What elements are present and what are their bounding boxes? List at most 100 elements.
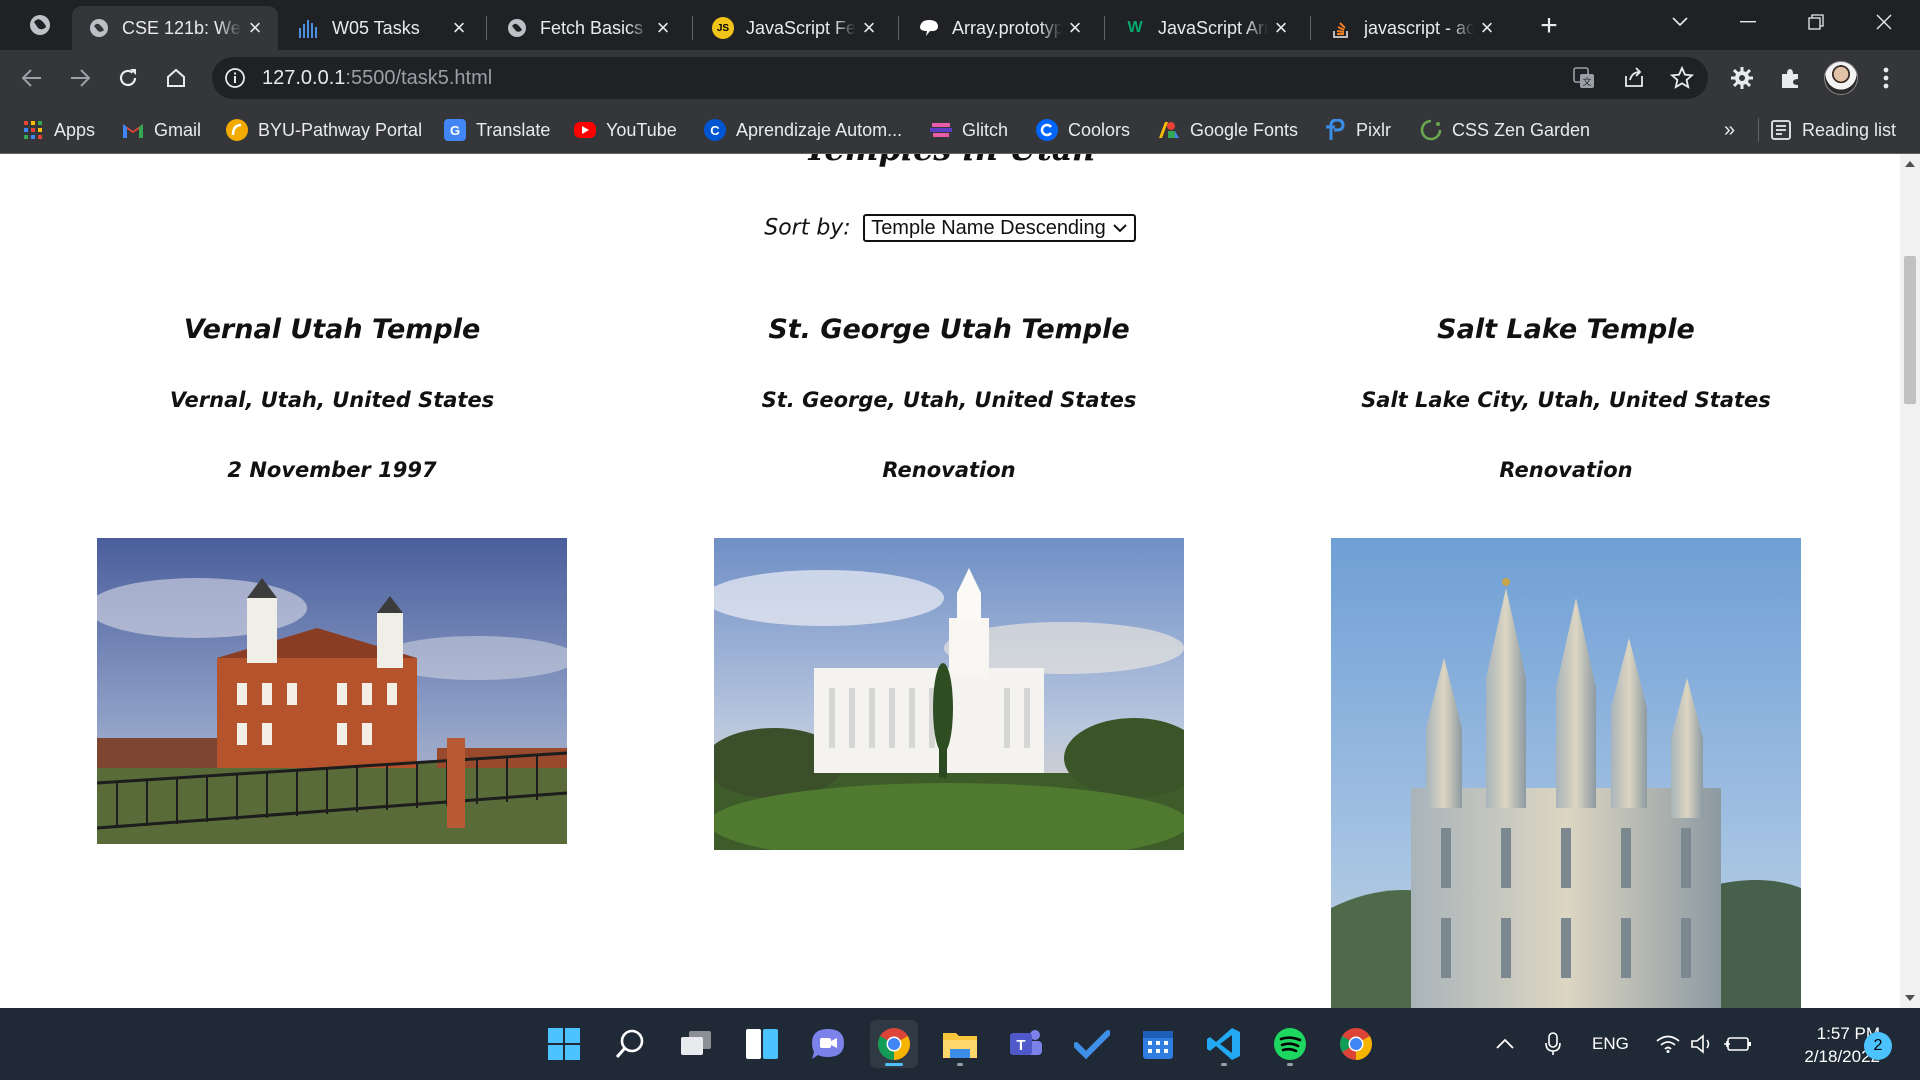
bookmark-byu-pathway[interactable]: BYU-Pathway Portal	[226, 117, 422, 143]
bookmark-aprendizaje[interactable]: C Aprendizaje Autom...	[704, 117, 902, 143]
tab-cse121b[interactable]: CSE 121b: We ×	[72, 6, 278, 50]
windows-start-icon[interactable]	[540, 1020, 588, 1068]
tab-strip: CSE 121b: We × W05 Tasks × Fetch Basics …	[0, 0, 1920, 50]
extensions-puzzle-icon[interactable]	[1772, 60, 1808, 96]
temple-image	[714, 538, 1184, 850]
temple-dedicated: Renovation	[882, 458, 1016, 482]
bookmark-youtube[interactable]: YouTube	[574, 117, 677, 143]
chrome-icon[interactable]	[870, 1020, 918, 1068]
tab-javascript-fetch[interactable]: JS JavaScript Fet ×	[696, 6, 892, 50]
bookmark-label: Pixlr	[1356, 119, 1391, 140]
wifi-icon[interactable]	[1656, 1008, 1680, 1080]
temple-dedicated: Renovation	[1499, 458, 1633, 482]
tab-search-icon[interactable]	[27, 12, 53, 38]
teams-icon[interactable]: T	[1002, 1020, 1050, 1068]
tab-title: JavaScript Arr	[1158, 17, 1268, 38]
volume-icon[interactable]	[1690, 1008, 1714, 1080]
info-icon[interactable]	[224, 67, 246, 89]
language-indicator[interactable]: ENG	[1592, 1008, 1629, 1080]
temple-card: Salt Lake Temple Salt Lake City, Utah, U…	[1331, 314, 1801, 1008]
close-icon[interactable]: ×	[1474, 15, 1500, 41]
bookmark-label: Google Fonts	[1190, 119, 1299, 140]
calendar-icon[interactable]	[1134, 1020, 1182, 1068]
tab-list-chevron-icon[interactable]	[1646, 0, 1714, 44]
bookmark-coolors[interactable]: Coolors	[1036, 117, 1130, 143]
temple-image	[97, 538, 567, 844]
share-icon[interactable]	[1622, 66, 1646, 90]
bookmarks-overflow-button[interactable]: »	[1724, 117, 1735, 143]
temple-name: Salt Lake Temple	[1437, 314, 1695, 345]
home-icon[interactable]	[158, 60, 194, 96]
tab-separator	[1310, 16, 1311, 40]
reading-list-icon	[1770, 119, 1792, 141]
bookmark-label: Aprendizaje Autom...	[736, 119, 903, 140]
url-path: :5500/task5.html	[345, 67, 493, 89]
bookmark-gmail[interactable]: Gmail	[122, 117, 201, 143]
tray-overflow-chevron-icon[interactable]	[1496, 1008, 1514, 1080]
running-indicator	[1221, 1063, 1227, 1066]
temple-name: St. George Utah Temple	[768, 314, 1130, 345]
vscode-icon[interactable]	[1200, 1020, 1248, 1068]
bookmark-css-zen-garden[interactable]: CSS Zen Garden	[1420, 117, 1590, 143]
bookmark-star-icon[interactable]	[1670, 66, 1694, 90]
restore-button[interactable]	[1782, 0, 1850, 44]
globe-icon	[506, 17, 528, 39]
tab-title: W05 Tasks	[332, 17, 420, 38]
reading-list-button[interactable]: Reading list	[1770, 117, 1896, 143]
url-text[interactable]: 127.0.0.1:5500/task5.html	[262, 67, 492, 90]
microphone-icon[interactable]	[1544, 1008, 1562, 1080]
scroll-down-arrow-icon[interactable]	[1900, 988, 1920, 1008]
youtube-icon	[574, 122, 596, 138]
tab-title: Fetch Basics -	[540, 17, 650, 38]
sort-row: Sort by: Temple Name Descending	[0, 214, 1900, 242]
close-icon[interactable]: ×	[242, 15, 268, 41]
sort-select[interactable]: Temple Name Descending	[863, 214, 1136, 242]
tab-array-prototype[interactable]: Array.prototyp ×	[902, 6, 1098, 50]
menu-kebab-icon[interactable]	[1868, 60, 1904, 96]
close-icon[interactable]: ×	[446, 15, 472, 41]
scroll-up-arrow-icon[interactable]	[1900, 154, 1920, 174]
forward-icon[interactable]	[62, 60, 98, 96]
temple-name: Vernal Utah Temple	[183, 314, 481, 345]
reload-icon[interactable]	[110, 60, 146, 96]
w3-icon: W	[1127, 19, 1143, 36]
bookmark-apps[interactable]: Apps	[22, 117, 95, 143]
close-icon[interactable]: ×	[856, 15, 882, 41]
close-icon[interactable]: ×	[650, 15, 676, 41]
task-view-icon[interactable]	[672, 1020, 720, 1068]
translate-page-icon[interactable]: 文	[1572, 66, 1596, 90]
profile-avatar[interactable]	[1824, 61, 1858, 95]
bookmark-translate[interactable]: G Translate	[444, 117, 550, 143]
tab-fetch-basics[interactable]: Fetch Basics - ×	[490, 6, 686, 50]
file-explorer-icon[interactable]	[936, 1020, 984, 1068]
scroll-thumb[interactable]	[1904, 256, 1916, 404]
spotify-icon[interactable]	[1266, 1020, 1314, 1068]
new-tab-button[interactable]: +	[1533, 9, 1565, 42]
tab-w05-tasks[interactable]: W05 Tasks ×	[282, 6, 482, 50]
bookmark-label: CSS Zen Garden	[1452, 119, 1591, 140]
widgets-icon[interactable]	[738, 1020, 786, 1068]
todo-icon[interactable]	[1068, 1020, 1116, 1068]
close-icon[interactable]: ×	[1268, 15, 1294, 41]
address-bar[interactable]: 127.0.0.1:5500/task5.html 文	[212, 57, 1708, 99]
notification-badge[interactable]: 2	[1864, 1032, 1892, 1060]
tab-title: Array.prototyp	[952, 17, 1062, 38]
bookmark-glitch[interactable]: Glitch	[930, 117, 1008, 143]
close-window-button[interactable]	[1850, 0, 1918, 44]
bookmark-google-fonts[interactable]: Google Fonts	[1158, 117, 1298, 143]
close-icon[interactable]: ×	[1062, 15, 1088, 41]
chat-icon[interactable]	[804, 1020, 852, 1068]
bookmark-pixlr[interactable]: Pixlr	[1324, 117, 1391, 143]
page-scrollbar[interactable]	[1900, 154, 1920, 1008]
extension-gear-icon[interactable]	[1724, 60, 1760, 96]
back-icon[interactable]	[14, 60, 50, 96]
tab-javascript-array[interactable]: W JavaScript Arr ×	[1108, 6, 1304, 50]
tab-stackoverflow[interactable]: javascript - ac ×	[1314, 6, 1510, 50]
search-icon[interactable]	[606, 1020, 654, 1068]
chrome-alt-icon[interactable]	[1332, 1020, 1380, 1068]
battery-icon[interactable]	[1724, 1008, 1752, 1080]
brain-icon	[918, 17, 940, 39]
zen-garden-icon	[1420, 119, 1442, 141]
svg-text:T: T	[1016, 1037, 1025, 1054]
minimize-button[interactable]	[1714, 0, 1782, 44]
